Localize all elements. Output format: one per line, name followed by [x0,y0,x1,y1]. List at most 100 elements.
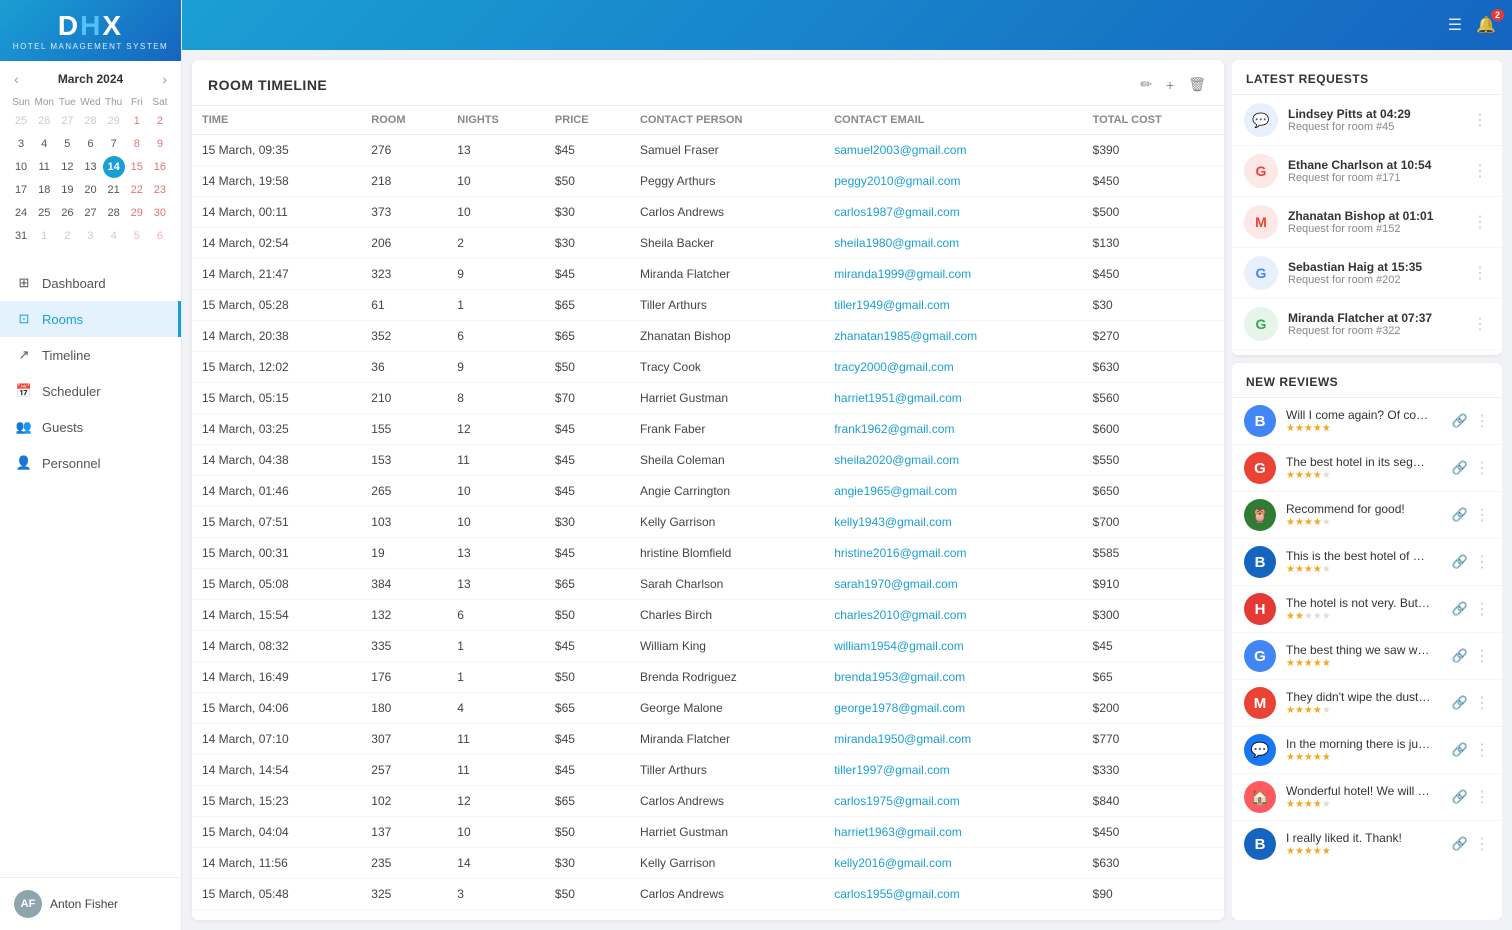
calendar-day[interactable]: 31 [10,225,32,247]
email-cell[interactable]: miranda1999@gmail.com [824,259,1082,290]
review-link-icon[interactable]: 🔗 [1452,460,1468,476]
filter-icon[interactable]: ☰ [1448,15,1462,35]
email-cell[interactable]: kelly1943@gmail.com [824,507,1082,538]
email-cell[interactable]: harriet1951@gmail.com [824,383,1082,414]
calendar-day[interactable]: 4 [33,133,55,155]
sidebar-item-rooms[interactable]: ⊡Rooms [0,301,181,337]
email-cell[interactable]: angie1965@gmail.com [824,476,1082,507]
calendar-day[interactable]: 20 [79,179,101,201]
email-cell[interactable]: harriet1963@gmail.com [824,817,1082,848]
review-link-icon[interactable]: 🔗 [1452,742,1468,758]
email-cell[interactable]: sheila1980@gmail.com [824,228,1082,259]
calendar-day[interactable]: 1 [126,110,148,132]
email-cell[interactable]: tiller1949@gmail.com [824,290,1082,321]
email-cell[interactable]: brenda1953@gmail.com [824,662,1082,693]
review-link-icon[interactable]: 🔗 [1452,836,1468,852]
review-more-icon[interactable]: ⋮ [1474,599,1490,619]
request-more-icon[interactable]: ⋮ [1470,108,1490,132]
email-cell[interactable]: sarah1970@gmail.com [824,569,1082,600]
calendar-day[interactable]: 10 [10,156,32,178]
sidebar-item-timeline[interactable]: ↗Timeline [0,337,181,373]
review-link-icon[interactable]: 🔗 [1452,648,1468,664]
calendar-day[interactable]: 6 [149,225,171,247]
email-cell[interactable]: logan1979@gmail.com [824,910,1082,921]
review-more-icon[interactable]: ⋮ [1474,411,1490,431]
calendar-day[interactable]: 7 [103,133,125,155]
calendar-day[interactable]: 28 [79,110,101,132]
calendar-day[interactable]: 22 [126,179,148,201]
calendar-day[interactable]: 13 [79,156,101,178]
email-cell[interactable]: carlos1975@gmail.com [824,786,1082,817]
email-cell[interactable]: hristine2016@gmail.com [824,538,1082,569]
request-more-icon[interactable]: ⋮ [1470,261,1490,285]
request-more-icon[interactable]: ⋮ [1470,210,1490,234]
calendar-day[interactable]: 24 [10,202,32,224]
timeline-delete-btn[interactable]: 🗑 [1186,74,1208,95]
calendar-day[interactable]: 5 [56,133,78,155]
calendar-day[interactable]: 2 [149,110,171,132]
calendar-day[interactable]: 29 [103,110,125,132]
review-link-icon[interactable]: 🔗 [1452,789,1468,805]
email-cell[interactable]: samuel2003@gmail.com [824,135,1082,166]
email-cell[interactable]: carlos1955@gmail.com [824,879,1082,910]
calendar-day[interactable]: 26 [33,110,55,132]
calendar-day[interactable]: 25 [33,202,55,224]
notifications-icon[interactable]: 🔔 2 [1476,15,1496,35]
sidebar-item-scheduler[interactable]: 📅Scheduler [0,373,181,409]
review-link-icon[interactable]: 🔗 [1452,695,1468,711]
review-more-icon[interactable]: ⋮ [1474,693,1490,713]
calendar-prev[interactable]: ‹ [10,71,23,87]
email-cell[interactable]: peggy2010@gmail.com [824,166,1082,197]
email-cell[interactable]: sheila2020@gmail.com [824,445,1082,476]
email-cell[interactable]: frank1962@gmail.com [824,414,1082,445]
sidebar-item-dashboard[interactable]: ⊞Dashboard [0,265,181,301]
calendar-day[interactable]: 2 [56,225,78,247]
review-more-icon[interactable]: ⋮ [1474,552,1490,572]
email-cell[interactable]: tracy2000@gmail.com [824,352,1082,383]
review-link-icon[interactable]: 🔗 [1452,554,1468,570]
request-more-icon[interactable]: ⋮ [1470,312,1490,336]
calendar-day[interactable]: 17 [10,179,32,201]
timeline-edit-btn[interactable]: ✏ [1138,74,1154,95]
review-link-icon[interactable]: 🔗 [1452,601,1468,617]
email-cell[interactable]: william1954@gmail.com [824,631,1082,662]
timeline-add-btn[interactable]: + [1164,74,1176,95]
review-more-icon[interactable]: ⋮ [1474,505,1490,525]
calendar-day[interactable]: 14 [103,156,125,178]
calendar-day[interactable]: 26 [56,202,78,224]
email-cell[interactable]: carlos1987@gmail.com [824,197,1082,228]
calendar-day[interactable]: 12 [56,156,78,178]
sidebar-item-personnel[interactable]: 👤Personnel [0,445,181,481]
calendar-day[interactable]: 8 [126,133,148,155]
calendar-day[interactable]: 16 [149,156,171,178]
review-link-icon[interactable]: 🔗 [1452,507,1468,523]
request-more-icon[interactable]: ⋮ [1470,159,1490,183]
calendar-day[interactable]: 19 [56,179,78,201]
review-more-icon[interactable]: ⋮ [1474,834,1490,854]
calendar-day[interactable]: 6 [79,133,101,155]
calendar-day[interactable]: 15 [126,156,148,178]
email-cell[interactable]: george1978@gmail.com [824,693,1082,724]
email-cell[interactable]: miranda1950@gmail.com [824,724,1082,755]
calendar-day[interactable]: 11 [33,156,55,178]
calendar-day[interactable]: 21 [103,179,125,201]
calendar-day[interactable]: 4 [103,225,125,247]
review-more-icon[interactable]: ⋮ [1474,740,1490,760]
calendar-day[interactable]: 27 [56,110,78,132]
review-link-icon[interactable]: 🔗 [1452,413,1468,429]
email-cell[interactable]: charles2010@gmail.com [824,600,1082,631]
email-cell[interactable]: tiller1997@gmail.com [824,755,1082,786]
calendar-day[interactable]: 23 [149,179,171,201]
calendar-day[interactable]: 3 [10,133,32,155]
calendar-day[interactable]: 28 [103,202,125,224]
calendar-day[interactable]: 5 [126,225,148,247]
calendar-day[interactable]: 27 [79,202,101,224]
review-more-icon[interactable]: ⋮ [1474,787,1490,807]
review-more-icon[interactable]: ⋮ [1474,646,1490,666]
calendar-day[interactable]: 3 [79,225,101,247]
calendar-day[interactable]: 18 [33,179,55,201]
email-cell[interactable]: zhanatan1985@gmail.com [824,321,1082,352]
calendar-day[interactable]: 25 [10,110,32,132]
calendar-day[interactable]: 1 [33,225,55,247]
calendar-next[interactable]: › [158,71,171,87]
